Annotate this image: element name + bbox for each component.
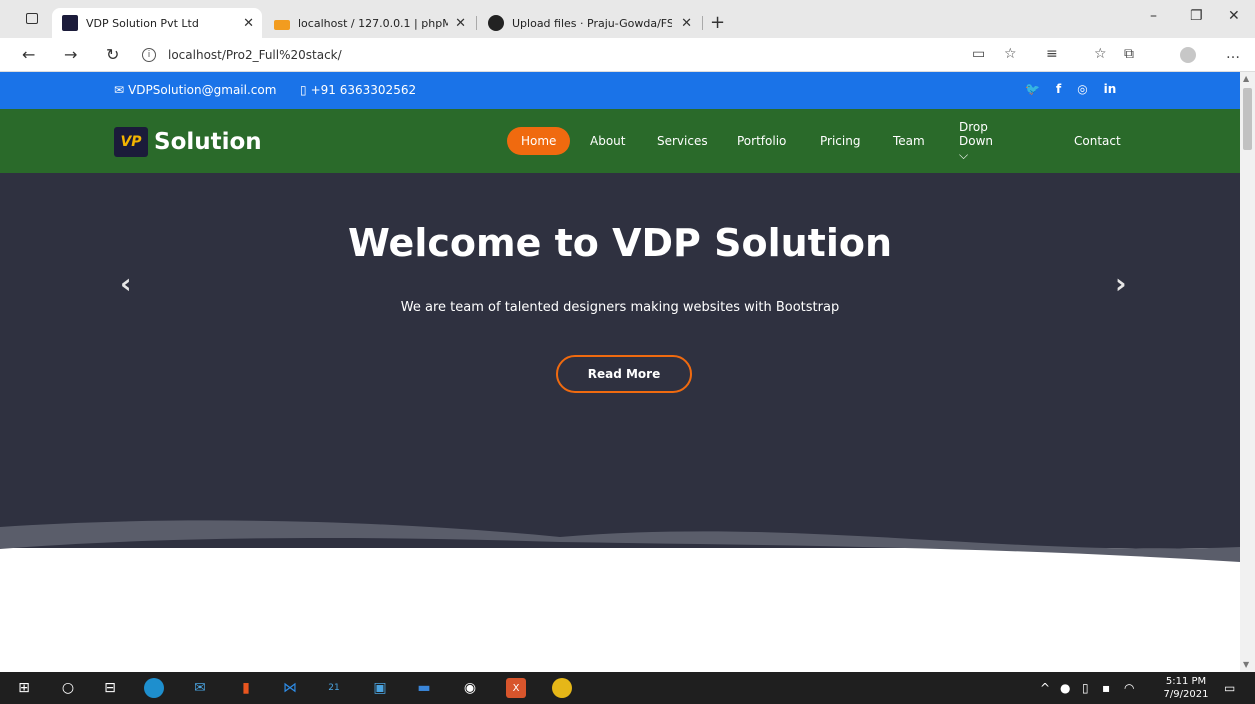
tab-separator [702, 16, 703, 30]
tab-title: Upload files · Praju-Gowda/FSW_ [512, 16, 672, 30]
system-clock[interactable]: 5:11 PM 7/9/2021 [1160, 675, 1212, 701]
tab-actions-icon[interactable] [26, 13, 38, 24]
browser-toolbar: ← → ↻ i localhost/Pro2_Full%20stack/ ▭ ☆… [0, 38, 1255, 72]
search-icon[interactable]: ○ [58, 678, 78, 698]
carousel-prev-icon[interactable]: ‹ [120, 267, 132, 300]
brand-logo[interactable]: VP Solution [114, 127, 262, 157]
nav-dropdown[interactable]: Drop Down ⌵ [959, 120, 993, 162]
extension-icon[interactable]: ≡ [1046, 46, 1058, 62]
phone-text: +91 6363302562 [310, 83, 417, 97]
nav-contact[interactable]: Contact [1074, 127, 1121, 155]
nav-home[interactable]: Home [507, 127, 571, 155]
network-icon[interactable]: ▪ [1102, 681, 1110, 695]
email-text: VDPSolution@gmail.com [128, 83, 277, 97]
hero-title: Welcome to VDP Solution [347, 221, 893, 265]
new-tab-icon[interactable]: + [710, 12, 725, 33]
calendar-icon[interactable]: 21 [324, 678, 344, 698]
read-more-button[interactable]: Read More [556, 355, 692, 393]
mail-icon[interactable]: ✉ [190, 678, 210, 698]
office-icon[interactable]: ▮ [236, 678, 256, 698]
url-text: localhost/Pro2_Full%20stack/ [168, 48, 342, 62]
social-links: 🐦 f ◎ in [1025, 82, 1116, 96]
logo-mark-icon: VP [114, 127, 148, 157]
restore-icon[interactable]: ❐ [1190, 8, 1203, 24]
favorite-star-icon[interactable]: ☆ [1004, 46, 1017, 62]
linkedin-icon[interactable]: in [1104, 82, 1117, 96]
scroll-down-icon[interactable]: ▼ [1243, 660, 1249, 669]
github-favicon-icon [488, 15, 504, 31]
obs-icon[interactable]: ◉ [460, 678, 480, 698]
xampp-icon[interactable]: X [506, 678, 526, 698]
info-icon[interactable]: i [142, 48, 156, 62]
phone-icon: ▯ [300, 83, 307, 97]
page-scrollbar[interactable]: ▲ ▼ [1240, 72, 1255, 672]
tab-separator [476, 16, 477, 30]
wifi-icon[interactable]: ◠ [1124, 681, 1134, 695]
close-tab-icon[interactable]: ✕ [243, 16, 254, 31]
contact-topbar: ✉ VDPSolution@gmail.com ▯ +91 6363302562… [0, 72, 1240, 109]
profile-avatar[interactable] [1180, 47, 1196, 63]
twitter-icon[interactable]: 🐦 [1025, 82, 1040, 96]
carousel-next-icon[interactable]: › [1115, 267, 1127, 300]
website-viewport: ✉ VDPSolution@gmail.com ▯ +91 6363302562… [0, 72, 1240, 672]
browser-tab-vdp[interactable]: VDP Solution Pvt Ltd ✕ [52, 8, 262, 38]
nav-pricing[interactable]: Pricing [820, 127, 860, 155]
hero-subtitle: We are team of talented designers making… [400, 300, 840, 315]
nav-portfolio[interactable]: Portfolio [737, 127, 786, 155]
collections-icon[interactable]: ⧉ [1124, 46, 1134, 62]
close-tab-icon[interactable]: ✕ [455, 16, 466, 31]
store-icon[interactable]: ▣ [370, 678, 390, 698]
browser-tab-strip: VDP Solution Pvt Ltd ✕ localhost / 127.0… [0, 0, 1255, 38]
task-view-icon[interactable]: ⊟ [100, 678, 120, 698]
logo-text: Solution [154, 129, 262, 155]
email-contact[interactable]: ✉ VDPSolution@gmail.com [114, 83, 276, 97]
tray-chevron-icon[interactable]: ^ [1040, 681, 1050, 695]
instagram-icon[interactable]: ◎ [1077, 82, 1087, 96]
tab-title: localhost / 127.0.0.1 | phpMyAdm [298, 16, 448, 30]
phone-contact[interactable]: ▯ +91 6363302562 [300, 83, 416, 97]
nav-about[interactable]: About [590, 127, 625, 155]
scroll-up-icon[interactable]: ▲ [1243, 74, 1249, 83]
windows-start-icon[interactable]: ⊞ [14, 678, 34, 698]
chrome-icon[interactable] [552, 678, 572, 698]
refresh-icon[interactable]: ↻ [106, 45, 119, 64]
back-arrow-icon[interactable]: ← [22, 45, 35, 64]
envelope-icon: ✉ [114, 83, 125, 97]
scrollbar-thumb[interactable] [1243, 88, 1252, 150]
minimize-icon[interactable]: – [1150, 8, 1157, 24]
address-bar[interactable]: i localhost/Pro2_Full%20stack/ [136, 43, 956, 67]
nav-services[interactable]: Services [657, 127, 708, 155]
clock-date: 7/9/2021 [1163, 689, 1209, 700]
immersive-reader-icon[interactable]: ▭ [972, 46, 985, 62]
more-options-icon[interactable]: … [1226, 46, 1240, 62]
microphone-icon[interactable]: ● [1060, 681, 1070, 695]
notifications-icon[interactable]: ▭ [1224, 681, 1235, 695]
facebook-icon[interactable]: f [1056, 82, 1061, 96]
browser-tab-github[interactable]: Upload files · Praju-Gowda/FSW_ ✕ [478, 8, 700, 38]
hero-wave-divider [0, 487, 1240, 562]
close-window-icon[interactable]: ✕ [1228, 8, 1240, 24]
favorites-list-icon[interactable]: ☆ [1094, 46, 1107, 62]
vscode-icon[interactable]: ⋈ [280, 678, 300, 698]
browser-tab-phpmyadmin[interactable]: localhost / 127.0.0.1 | phpMyAdm ✕ [264, 8, 474, 38]
main-navbar: VP Solution Home About Services Portfoli… [0, 109, 1240, 173]
file-explorer-icon[interactable]: ▬ [414, 678, 434, 698]
clock-time: 5:11 PM [1165, 676, 1207, 687]
calendar-badge: 21 [328, 683, 340, 693]
nav-team[interactable]: Team [893, 127, 925, 155]
vdp-favicon-icon [62, 15, 78, 31]
edge-browser-icon[interactable] [144, 678, 164, 698]
windows-taskbar: ⊞ ○ ⊟ ✉ ▮ ⋈ 21 ▣ ▬ ◉ X ^ ● ▯ ▪ ◠ 5:11 PM… [0, 672, 1255, 704]
battery-icon[interactable]: ▯ [1082, 681, 1089, 695]
close-tab-icon[interactable]: ✕ [681, 16, 692, 31]
tab-title: VDP Solution Pvt Ltd [86, 16, 199, 30]
forward-arrow-icon[interactable]: → [64, 45, 77, 64]
phpmyadmin-favicon-icon [274, 20, 290, 30]
